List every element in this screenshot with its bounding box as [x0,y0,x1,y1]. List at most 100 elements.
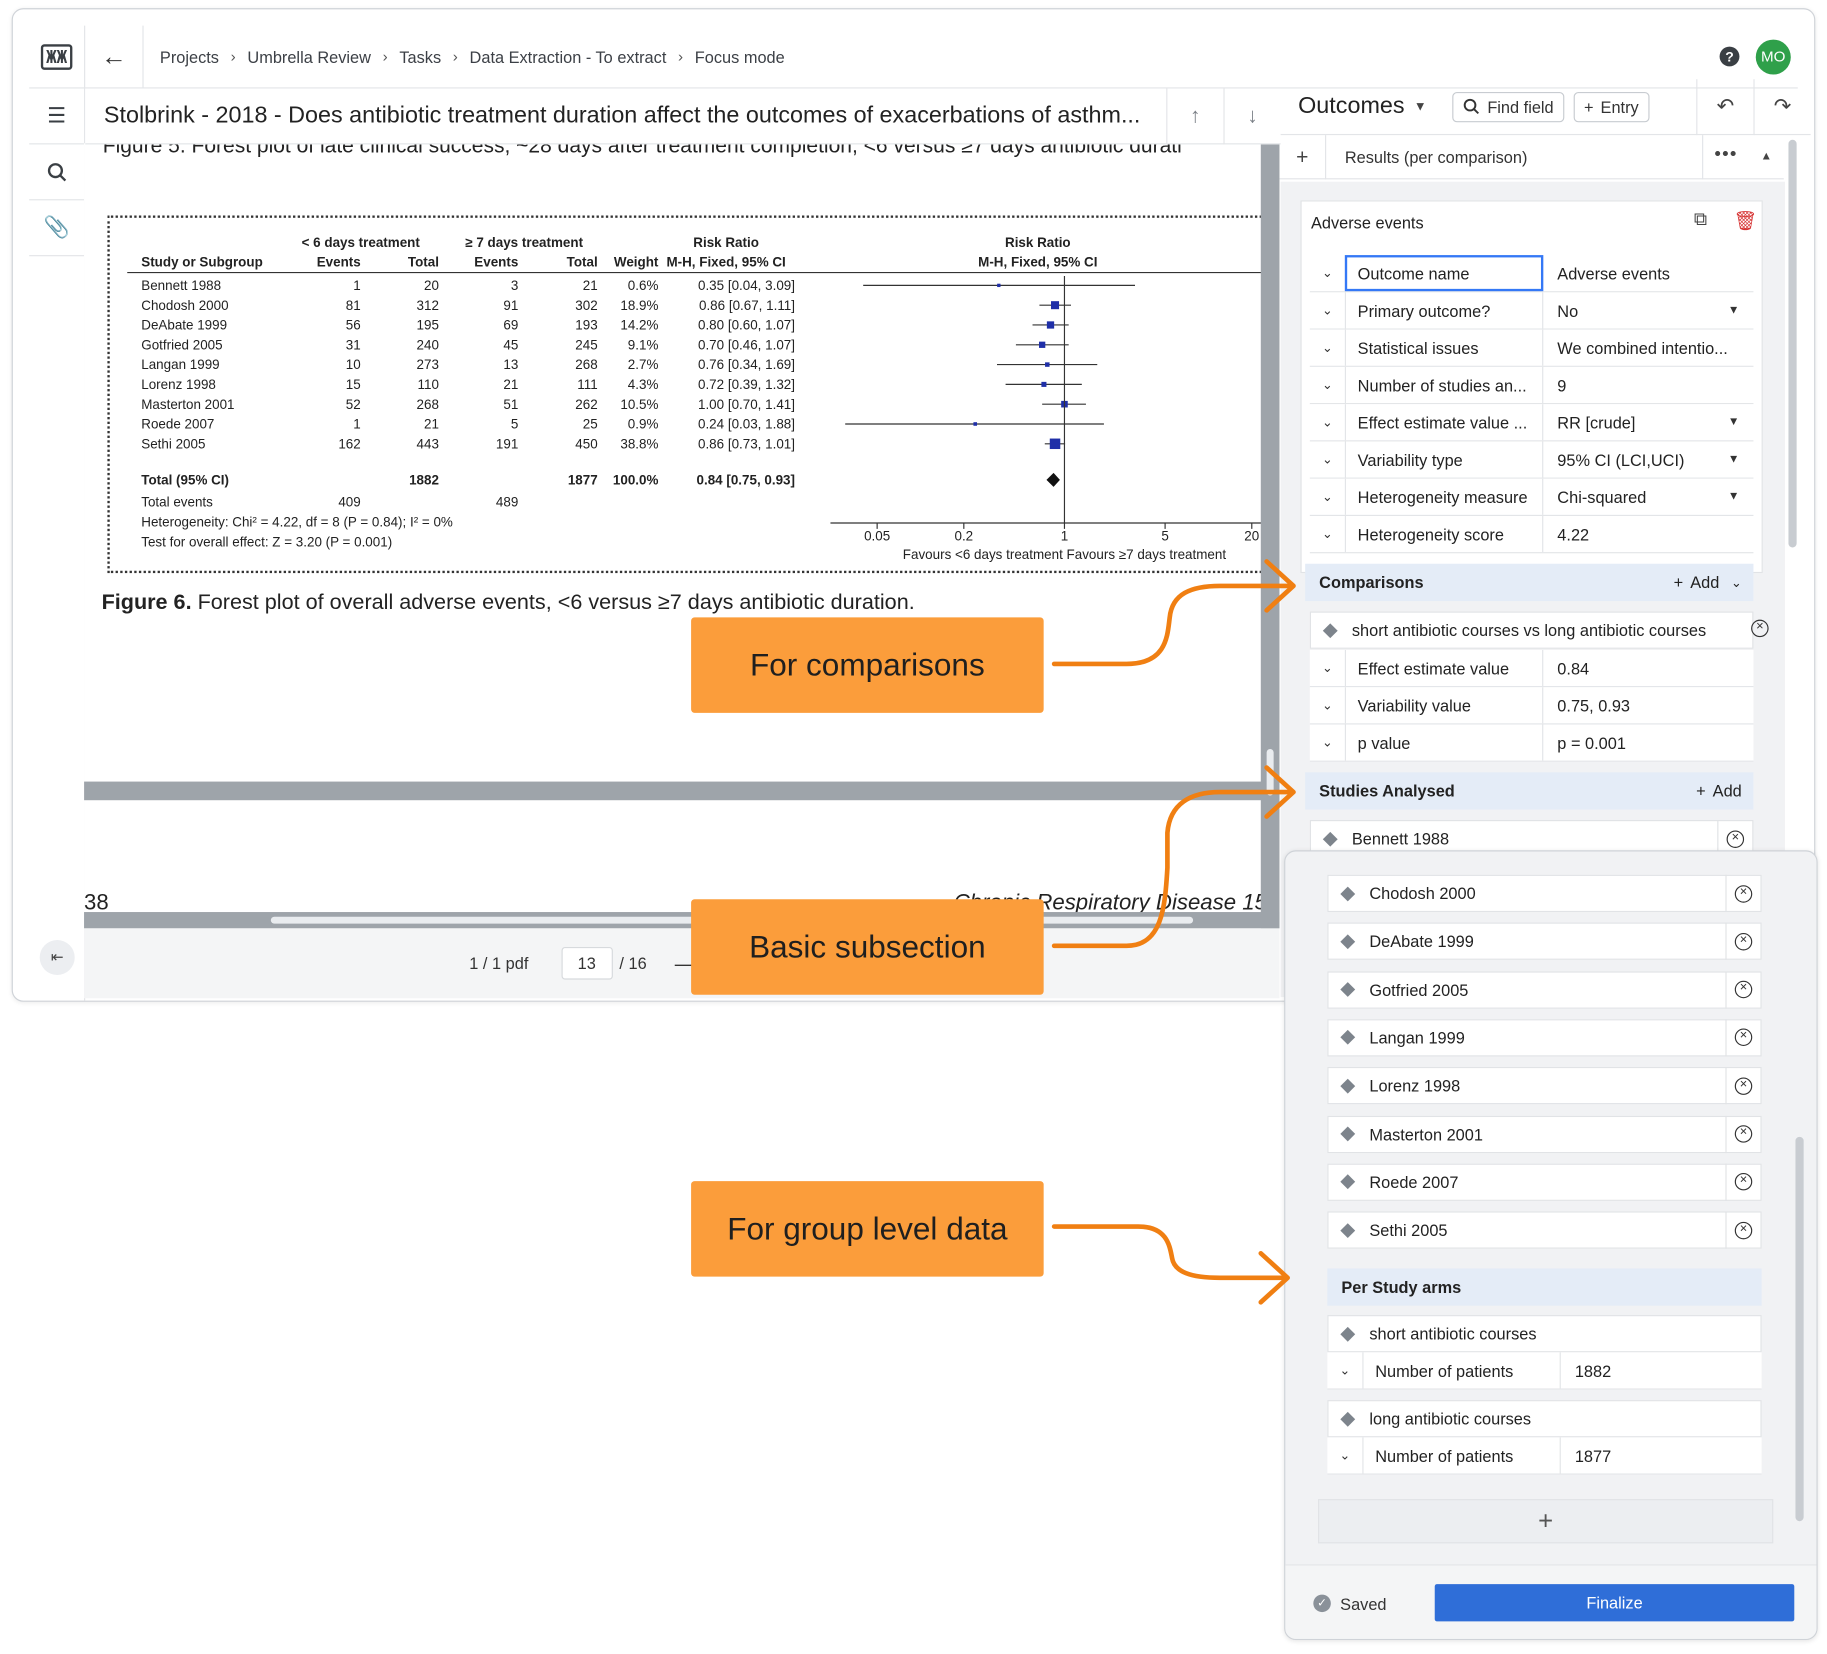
search-icon[interactable] [29,144,85,201]
find-field-button[interactable]: Find field [1452,91,1565,122]
events-short: 15 [346,377,361,392]
chevron-down-icon[interactable]: ⌄ [1310,330,1345,366]
chevron-down-icon[interactable]: ⌄ [1310,367,1345,403]
duplicate-icon[interactable]: ⧉ [1694,210,1707,231]
study-item[interactable]: Gotfried 2005 × [1327,970,1762,1009]
field-value[interactable]: 4.22 [1543,516,1753,552]
help-icon[interactable]: ? [1719,46,1740,67]
comparisons-title: Comparisons [1319,573,1424,592]
arrow-down-icon[interactable]: ↓ [1223,87,1280,144]
left-rail: ☰ 📎 ⇤ [29,88,86,1001]
chevron-down-icon[interactable]: ⌄ [1310,687,1345,723]
find-field-label: Find field [1487,97,1554,116]
field-value[interactable]: 9 [1543,367,1753,403]
breadcrumb-item[interactable]: Projects [160,47,219,66]
study-item[interactable]: Chodosh 2000 × [1327,874,1762,913]
field-name: Number of patients [1362,1437,1561,1474]
avatar[interactable]: MO [1755,39,1791,74]
zoomed-footer: ✓ Saved Finalize [1285,1564,1817,1639]
add-entry-button[interactable]: + Entry [1573,91,1650,122]
chevron-down-icon[interactable]: ⌄ [1310,650,1345,686]
more-options-icon[interactable]: ••• [1702,134,1749,179]
remove-study-button[interactable]: × [1725,1019,1760,1057]
page-input[interactable]: 13 [561,946,613,980]
chevron-down-icon[interactable]: ⌄ [1327,1352,1362,1388]
zoomed-scrollbar[interactable] [1795,1136,1804,1522]
field-value[interactable]: p = 0.001 [1543,725,1753,761]
collapse-panel-icon[interactable]: ⇤ [39,939,75,975]
remove-study-button[interactable]: × [1725,1163,1760,1201]
study-name: DeAbate 1999 [141,318,227,333]
total-long: 268 [575,357,597,372]
chevron-down-icon[interactable]: ▼ [1414,100,1427,114]
field-value[interactable]: We combined intentio... [1543,330,1753,366]
total-short: 240 [417,337,439,352]
pdf-viewer[interactable]: Figure 5. Forest plot of late clinical s… [84,143,1280,929]
redo-icon[interactable]: ↷ [1753,78,1810,135]
chevron-down-icon[interactable]: ⌄ [1310,725,1345,761]
diamond-icon [1340,934,1356,949]
total-long: 111 [577,377,597,392]
study-item[interactable]: Roede 2007 × [1327,1163,1762,1201]
comparison-item[interactable]: short antibiotic courses vs long antibio… [1309,611,1754,649]
add-study-button[interactable]: + Add [1696,782,1753,801]
study-item[interactable]: Sethi 2005 × [1327,1211,1762,1249]
field-value[interactable]: Adverse events [1543,255,1753,291]
remove-comparison-icon[interactable]: × [1751,619,1769,638]
study-item[interactable]: DeAbate 1999 × [1327,922,1762,961]
pdf-vertical-scrollbar[interactable] [1260,143,1280,929]
study-name: Gotfried 2005 [141,337,222,352]
breadcrumb-item[interactable]: Tasks [399,47,441,66]
chevron-down-icon[interactable]: ⌄ [1310,479,1345,515]
field-value-text: 9 [1557,375,1567,395]
field-value[interactable]: 0.75, 0.93 [1543,687,1753,723]
field-value[interactable]: RR [crude] ▼ [1543,404,1753,440]
back-arrow-icon[interactable]: ← [85,25,144,88]
section-selector[interactable]: Outcomes [1298,93,1404,120]
breadcrumb-item[interactable]: Data Extraction - To extract [470,47,667,66]
field-value[interactable]: No ▼ [1543,292,1753,328]
remove-study-button[interactable]: × [1725,970,1760,1009]
remove-study-button[interactable]: × [1725,922,1760,961]
group-header: Risk Ratio [1005,235,1071,250]
remove-study-button[interactable]: × [1725,1115,1760,1153]
callout-group-level: For group level data [691,1181,1044,1277]
study-name: Sethi 2005 [141,436,205,451]
chevron-down-icon[interactable]: ⌄ [1310,292,1345,328]
undo-icon[interactable]: ↶ [1696,78,1753,135]
study-item[interactable]: Masterton 2001 × [1327,1115,1762,1153]
finalize-button[interactable]: Finalize [1434,1584,1795,1622]
field-value[interactable]: 1882 [1561,1352,1762,1388]
point-estimate-marker [1039,341,1046,348]
app-logo[interactable]: ЖЖ [29,25,86,88]
chevron-down-icon[interactable]: ⌄ [1310,404,1345,440]
chevron-down-icon[interactable]: ⌄ [1310,441,1345,477]
add-comparison-button[interactable]: + Add ⌄ [1674,573,1754,592]
pdf-horizontal-scrollbar[interactable] [84,912,1280,929]
study-arm-item[interactable]: short antibiotic courses [1327,1315,1762,1353]
arrow-up-icon[interactable]: ↑ [1166,87,1223,144]
remove-study-button[interactable]: × [1725,1211,1760,1249]
add-block-button[interactable]: + [1317,1499,1774,1544]
collapse-up-icon[interactable]: ▲ [1749,150,1784,163]
field-value[interactable]: 0.84 [1543,650,1753,686]
study-item[interactable]: Langan 1999 × [1327,1019,1762,1057]
field-value[interactable]: 95% CI (LCI,UCI) ▼ [1543,441,1753,477]
study-arm-item[interactable]: long antibiotic courses [1327,1400,1762,1438]
fields-scrollbar[interactable] [1788,139,1797,548]
attachment-icon[interactable]: 📎 [29,200,85,257]
study-item[interactable]: Lorenz 1998 × [1327,1067,1762,1105]
chevron-down-icon[interactable]: ⌄ [1327,1437,1362,1473]
remove-study-button[interactable]: × [1725,874,1760,913]
remove-study-button[interactable]: × [1725,1067,1760,1105]
delete-icon[interactable]: 🗑 [1734,210,1758,233]
chevron-down-icon[interactable]: ⌄ [1310,255,1345,291]
dropdown-caret-icon: ▼ [1727,304,1740,317]
add-results-icon[interactable]: + [1279,134,1327,179]
breadcrumb-item[interactable]: Umbrella Review [247,47,371,66]
field-value[interactable]: 1877 [1561,1437,1762,1473]
chevron-down-icon[interactable]: ⌄ [1310,516,1345,552]
pdf-vscroll-thumb[interactable] [1266,748,1274,796]
field-value[interactable]: Chi-squared ▼ [1543,479,1753,515]
outline-list-icon[interactable]: ☰ [29,89,85,145]
